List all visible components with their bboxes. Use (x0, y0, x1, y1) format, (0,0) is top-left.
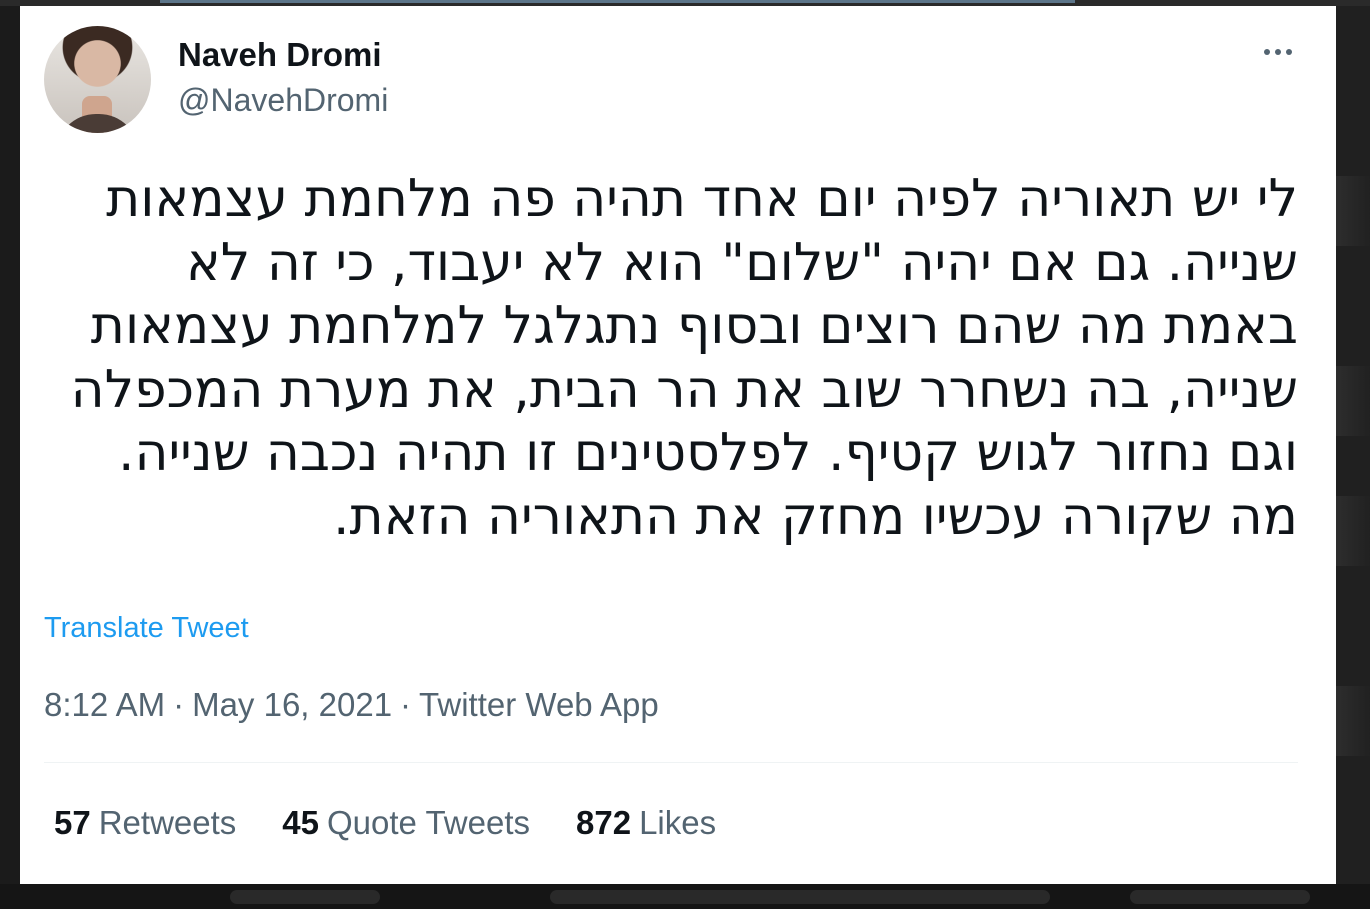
tweet-source[interactable]: Twitter Web App (419, 686, 659, 723)
separator: · (173, 686, 185, 723)
top-highlight (160, 0, 1075, 3)
tweet-date[interactable]: May 16, 2021 (192, 686, 392, 723)
more-horizontal-icon (1286, 49, 1292, 55)
translate-tweet-link[interactable]: Translate Tweet (44, 612, 249, 645)
quote-tweets-count: 45 (282, 804, 319, 841)
tweet-time[interactable]: 8:12 AM (44, 686, 165, 723)
likes-count: 872 (576, 804, 632, 841)
likes-stat[interactable]: 872 Likes (576, 804, 716, 842)
separator: · (400, 686, 412, 723)
author-handle[interactable]: @NavehDromi (178, 82, 388, 119)
divider (44, 762, 1298, 763)
background-fragment (230, 890, 380, 904)
tweet-stats: 57 Retweets 45 Quote Tweets 872 Likes (54, 804, 716, 842)
background-fragment (1336, 686, 1370, 756)
likes-label: Likes (639, 804, 717, 841)
retweets-stat[interactable]: 57 Retweets (54, 804, 236, 842)
background-fragment (550, 890, 1050, 904)
retweets-label: Retweets (98, 804, 237, 841)
quote-tweets-label: Quote Tweets (327, 804, 531, 841)
tweet-text: לי יש תאוריה לפיה יום אחד תהיה פה מלחמת … (70, 169, 1298, 547)
more-horizontal-icon (1264, 49, 1270, 55)
retweets-count: 57 (54, 804, 91, 841)
background-fragment (1130, 890, 1310, 904)
more-options-button[interactable] (1253, 36, 1303, 68)
background-fragment (1336, 176, 1370, 246)
background-page-bottom (0, 884, 1370, 909)
background-page-right (1336, 6, 1370, 909)
tweet-metadata: 8:12 AM · May 16, 2021 · Twitter Web App (44, 686, 659, 724)
avatar[interactable] (44, 26, 151, 133)
quote-tweets-stat[interactable]: 45 Quote Tweets (282, 804, 530, 842)
tweet-card: Naveh Dromi @NavehDromi לי יש תאוריה לפי… (20, 6, 1336, 884)
background-fragment (1336, 496, 1370, 566)
background-fragment (1336, 366, 1370, 436)
more-horizontal-icon (1275, 49, 1281, 55)
avatar-figure (56, 114, 139, 133)
author-display-name[interactable]: Naveh Dromi (178, 36, 382, 74)
